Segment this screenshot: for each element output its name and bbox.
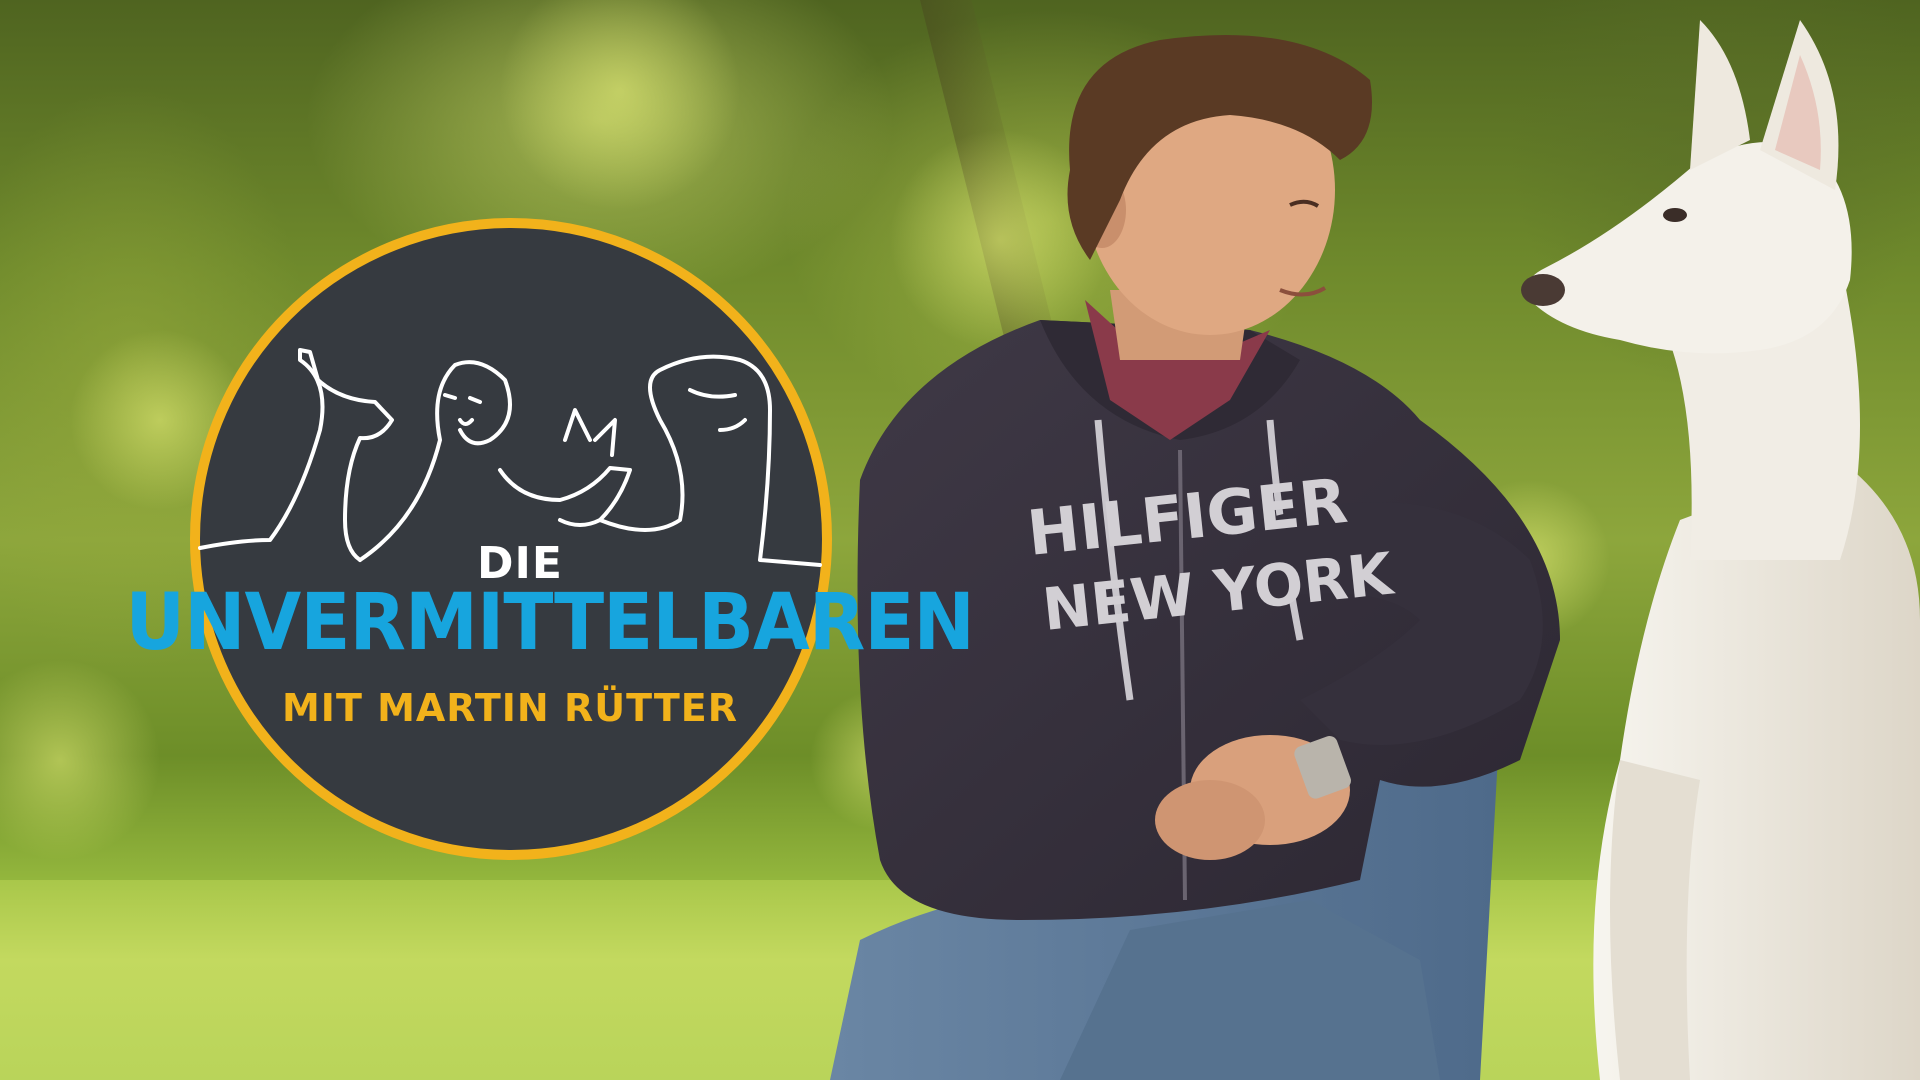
- tv-show-cover-scene: HILFIGER NEW YORK DIE UNVERMITTELBAREN M…: [0, 0, 1920, 1080]
- photo-illustration: HILFIGER NEW YORK: [0, 0, 1920, 1080]
